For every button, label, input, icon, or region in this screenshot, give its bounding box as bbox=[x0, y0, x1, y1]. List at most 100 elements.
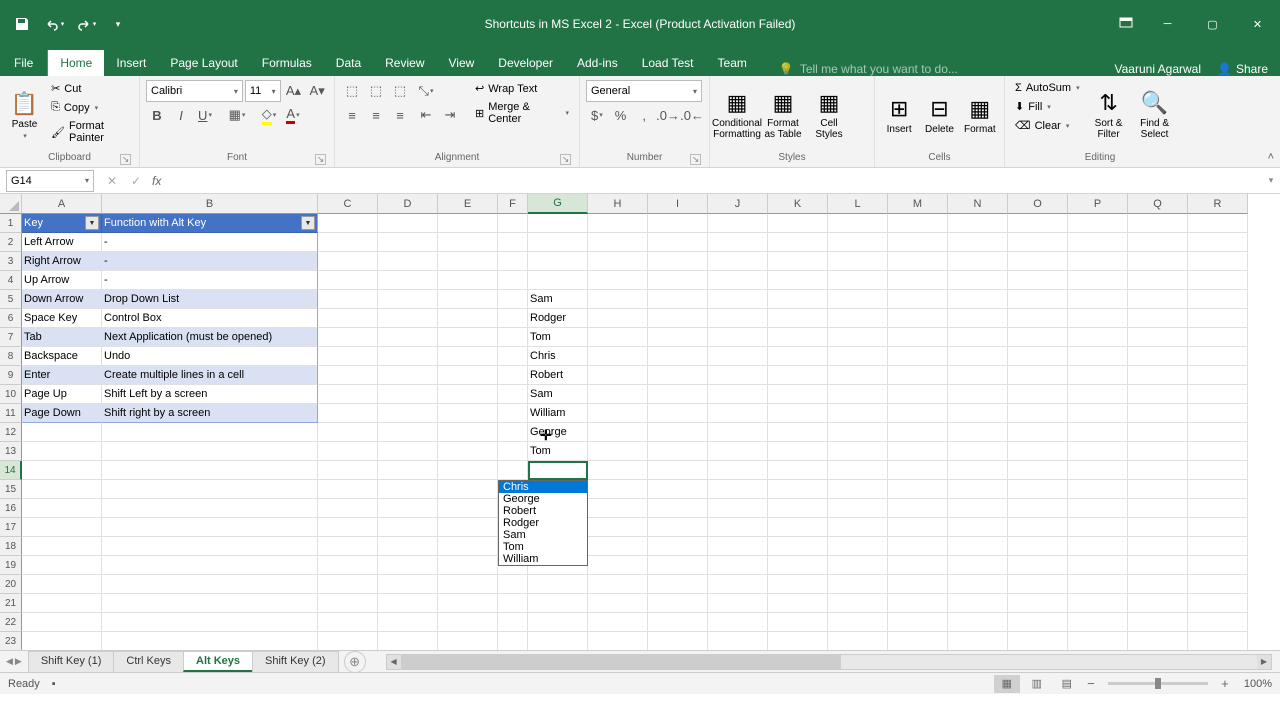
autocomplete-dropdown[interactable]: ChrisGeorgeRobertRodgerSamTomWilliam bbox=[498, 480, 588, 566]
cell-K13[interactable] bbox=[768, 442, 828, 461]
cell-J9[interactable] bbox=[708, 366, 768, 385]
cell-M18[interactable] bbox=[888, 537, 948, 556]
cell-R13[interactable] bbox=[1188, 442, 1248, 461]
cell-N14[interactable] bbox=[948, 461, 1008, 480]
cell-M7[interactable] bbox=[888, 328, 948, 347]
borders-button[interactable]: ▦▾ bbox=[226, 104, 248, 126]
col-header-C[interactable]: C bbox=[318, 194, 378, 214]
cell-E6[interactable] bbox=[438, 309, 498, 328]
cell-H11[interactable] bbox=[588, 404, 648, 423]
cell-C22[interactable] bbox=[318, 613, 378, 632]
cell-R18[interactable] bbox=[1188, 537, 1248, 556]
autocomplete-item[interactable]: Tom bbox=[499, 541, 587, 553]
cell-Q23[interactable] bbox=[1128, 632, 1188, 650]
col-header-Q[interactable]: Q bbox=[1128, 194, 1188, 214]
decrease-decimal-button[interactable]: .0← bbox=[681, 104, 703, 126]
align-top-button[interactable]: ⬚ bbox=[341, 80, 363, 102]
cell-P11[interactable] bbox=[1068, 404, 1128, 423]
cell-Q9[interactable] bbox=[1128, 366, 1188, 385]
cell-L13[interactable] bbox=[828, 442, 888, 461]
cell-L10[interactable] bbox=[828, 385, 888, 404]
cell-L1[interactable] bbox=[828, 214, 888, 233]
cell-E1[interactable] bbox=[438, 214, 498, 233]
sheet-tab-alt-keys[interactable]: Alt Keys bbox=[183, 651, 253, 672]
cell-R19[interactable] bbox=[1188, 556, 1248, 575]
cell-L12[interactable] bbox=[828, 423, 888, 442]
cell-C17[interactable] bbox=[318, 518, 378, 537]
row-header-10[interactable]: 10 bbox=[0, 385, 22, 404]
autocomplete-item[interactable]: Sam bbox=[499, 529, 587, 541]
tab-home[interactable]: Home bbox=[48, 50, 104, 76]
cell-L21[interactable] bbox=[828, 594, 888, 613]
cell-C2[interactable] bbox=[318, 233, 378, 252]
row-header-1[interactable]: 1 bbox=[0, 214, 22, 233]
cell-E9[interactable] bbox=[438, 366, 498, 385]
cell-B19[interactable] bbox=[102, 556, 318, 575]
cell-N15[interactable] bbox=[948, 480, 1008, 499]
cell-B15[interactable] bbox=[102, 480, 318, 499]
font-color-button[interactable]: A▾ bbox=[282, 104, 304, 126]
conditional-formatting-button[interactable]: ▦Conditional Formatting bbox=[716, 80, 758, 150]
cell-G20[interactable] bbox=[528, 575, 588, 594]
cell-R6[interactable] bbox=[1188, 309, 1248, 328]
cell-L4[interactable] bbox=[828, 271, 888, 290]
cell-O18[interactable] bbox=[1008, 537, 1068, 556]
cell-E13[interactable] bbox=[438, 442, 498, 461]
align-bottom-button[interactable]: ⬚ bbox=[389, 80, 411, 102]
insert-cells-button[interactable]: ⊞Insert bbox=[881, 80, 917, 150]
select-all-button[interactable] bbox=[0, 194, 22, 214]
row-header-4[interactable]: 4 bbox=[0, 271, 22, 290]
horizontal-scrollbar[interactable]: ◀ ▶ bbox=[386, 654, 1272, 670]
cell-J16[interactable] bbox=[708, 499, 768, 518]
row-header-14[interactable]: 14 bbox=[0, 461, 22, 480]
cell-L8[interactable] bbox=[828, 347, 888, 366]
cell-L5[interactable] bbox=[828, 290, 888, 309]
increase-decimal-button[interactable]: .0→ bbox=[657, 104, 679, 126]
cell-N2[interactable] bbox=[948, 233, 1008, 252]
cell-R9[interactable] bbox=[1188, 366, 1248, 385]
cell-J7[interactable] bbox=[708, 328, 768, 347]
cell-N18[interactable] bbox=[948, 537, 1008, 556]
tellme-input[interactable] bbox=[800, 62, 980, 76]
cell-G8[interactable]: Chris bbox=[528, 347, 588, 366]
cell-B18[interactable] bbox=[102, 537, 318, 556]
align-center-button[interactable]: ≡ bbox=[365, 104, 387, 126]
cell-B2[interactable]: - bbox=[102, 233, 318, 252]
cell-M17[interactable] bbox=[888, 518, 948, 537]
cell-D20[interactable] bbox=[378, 575, 438, 594]
cell-L18[interactable] bbox=[828, 537, 888, 556]
cell-H4[interactable] bbox=[588, 271, 648, 290]
cell-D19[interactable] bbox=[378, 556, 438, 575]
row-header-18[interactable]: 18 bbox=[0, 537, 22, 556]
col-header-K[interactable]: K bbox=[768, 194, 828, 214]
formula-input[interactable] bbox=[167, 170, 1262, 192]
cell-P6[interactable] bbox=[1068, 309, 1128, 328]
cell-R15[interactable] bbox=[1188, 480, 1248, 499]
tab-load-test[interactable]: Load Test bbox=[630, 50, 706, 76]
decrease-indent-button[interactable]: ⇤ bbox=[415, 104, 437, 126]
cell-N6[interactable] bbox=[948, 309, 1008, 328]
increase-indent-button[interactable]: ⇥ bbox=[439, 104, 461, 126]
cell-R2[interactable] bbox=[1188, 233, 1248, 252]
cell-M3[interactable] bbox=[888, 252, 948, 271]
cell-M19[interactable] bbox=[888, 556, 948, 575]
cell-P20[interactable] bbox=[1068, 575, 1128, 594]
cell-M22[interactable] bbox=[888, 613, 948, 632]
cell-K10[interactable] bbox=[768, 385, 828, 404]
cell-Q22[interactable] bbox=[1128, 613, 1188, 632]
cell-O10[interactable] bbox=[1008, 385, 1068, 404]
cut-button[interactable]: ✂Cut bbox=[47, 80, 133, 97]
cell-G12[interactable]: George bbox=[528, 423, 588, 442]
cell-K9[interactable] bbox=[768, 366, 828, 385]
cell-M5[interactable] bbox=[888, 290, 948, 309]
underline-button[interactable]: U▾ bbox=[194, 104, 216, 126]
col-header-J[interactable]: J bbox=[708, 194, 768, 214]
col-header-F[interactable]: F bbox=[498, 194, 528, 214]
cell-D15[interactable] bbox=[378, 480, 438, 499]
cell-J11[interactable] bbox=[708, 404, 768, 423]
cell-J8[interactable] bbox=[708, 347, 768, 366]
cell-B22[interactable] bbox=[102, 613, 318, 632]
format-as-table-button[interactable]: ▦Format as Table bbox=[762, 80, 804, 150]
cell-F1[interactable] bbox=[498, 214, 528, 233]
cell-I16[interactable] bbox=[648, 499, 708, 518]
